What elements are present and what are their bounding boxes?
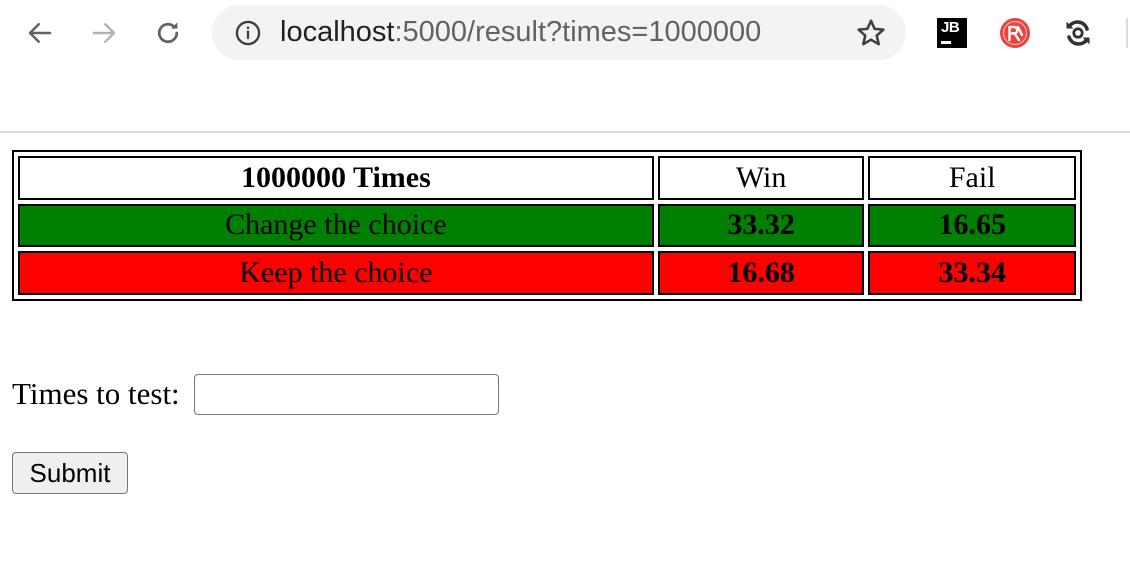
results-table: 1000000 Times Win Fail Change the choice… [12,150,1082,301]
sync-extension-icon [1066,20,1090,46]
jetbrains-extension-button[interactable]: JB [936,17,968,49]
url-host: localhost [280,16,395,48]
reload-icon [157,22,179,44]
header-fail: Fail [868,156,1076,200]
times-input[interactable] [194,374,499,415]
times-label: Times to test: [12,376,180,411]
jetbrains-extension-label: JB [941,19,960,36]
url-text[interactable]: localhost:5000/result?times=1000000 [280,16,761,48]
browser-toolbar: localhost:5000/result?times=1000000 JB [0,0,1130,66]
table-header-row: 1000000 Times Win Fail [18,156,1076,200]
back-button[interactable] [20,13,60,53]
row-win: 16.68 [657,251,865,295]
table-row-change: Change the choice 33.32 16.65 [18,203,1076,248]
info-icon[interactable] [234,19,262,47]
star-icon[interactable] [855,17,887,49]
table-row-keep: Keep the choice 16.68 33.34 [18,251,1076,295]
toolbar-separator [1126,18,1128,48]
address-bar[interactable]: localhost:5000/result?times=1000000 [212,5,906,60]
reload-button[interactable] [148,13,188,53]
url-path: :5000/result?times=1000000 [394,16,762,48]
forward-button[interactable] [84,13,124,53]
row-label: Change the choice [18,203,654,248]
submit-button[interactable]: Submit [12,452,128,494]
red-extension-icon [1000,18,1030,48]
toolbar-divider [0,131,1130,133]
forward-arrow-icon [92,23,116,43]
back-arrow-icon [28,23,52,43]
row-win: 33.32 [657,203,865,248]
sync-extension-button[interactable] [1062,17,1094,49]
jetbrains-extension-icon: JB [937,18,967,48]
header-times: 1000000 Times [18,156,654,200]
red-extension-button[interactable] [999,17,1031,49]
row-fail: 16.65 [868,203,1076,248]
row-label: Keep the choice [18,251,654,295]
row-fail: 33.34 [868,251,1076,295]
header-win: Win [657,156,865,200]
